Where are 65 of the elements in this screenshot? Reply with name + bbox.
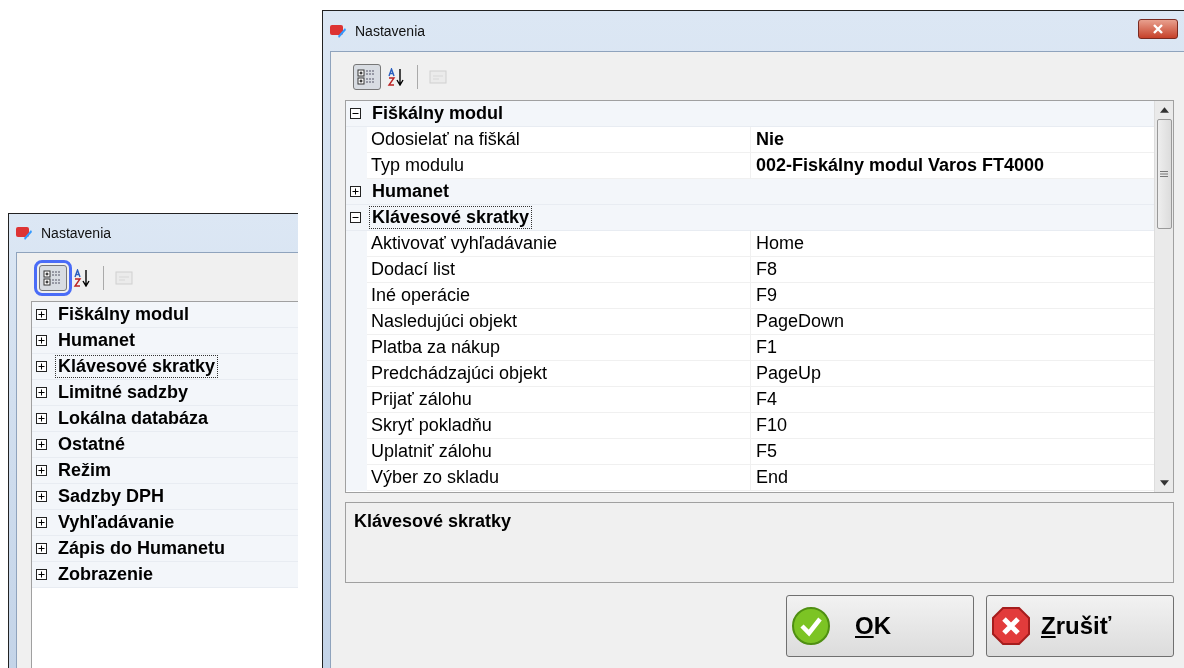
cancel-button[interactable]: Zrušiť xyxy=(986,595,1174,657)
property-name[interactable]: Prijať zálohu xyxy=(367,387,751,412)
property-value[interactable]: Nie xyxy=(751,129,784,150)
expander-icon[interactable] xyxy=(36,413,47,424)
app-icon xyxy=(329,22,347,40)
close-icon xyxy=(1152,23,1164,35)
property-pages-icon xyxy=(428,68,448,86)
property-value[interactable]: PageUp xyxy=(751,363,822,384)
property-name[interactable]: Typ modulu xyxy=(367,153,751,178)
property-value[interactable]: 002-Fiskálny modul Varos FT4000 xyxy=(751,155,1045,176)
expander-icon[interactable] xyxy=(36,387,47,398)
property-name[interactable]: Nasledujúci objekt xyxy=(367,309,751,334)
categorized-list-icon xyxy=(43,269,63,287)
categorized-list-icon xyxy=(357,68,377,86)
sort-icon xyxy=(73,269,93,287)
expander-icon[interactable] xyxy=(350,108,361,119)
scroll-up-icon[interactable] xyxy=(1159,107,1169,113)
property-name[interactable]: Uplatniť zálohu xyxy=(367,439,751,464)
property-value[interactable]: Home xyxy=(751,233,804,254)
property-name[interactable]: Dodací list xyxy=(367,257,751,282)
expander-icon[interactable] xyxy=(350,212,361,223)
cancel-icon xyxy=(991,606,1031,646)
category-label[interactable]: Klávesové skratky xyxy=(369,206,533,229)
expander-icon[interactable] xyxy=(36,543,47,554)
category-label[interactable]: Fiškálny modul xyxy=(369,102,507,125)
scrollbar[interactable] xyxy=(1154,101,1173,492)
property-value[interactable]: F8 xyxy=(751,259,777,280)
property-value[interactable]: PageDown xyxy=(751,311,845,332)
category-label[interactable]: Klávesové skratky xyxy=(55,355,219,378)
window-title: Nastavenia xyxy=(41,225,112,241)
category-label[interactable]: Humanet xyxy=(369,180,452,203)
grip-icon xyxy=(1160,171,1168,177)
categorized-view-button[interactable] xyxy=(353,64,381,90)
property-name[interactable]: Iné operácie xyxy=(367,283,751,308)
expander-icon[interactable] xyxy=(36,335,47,346)
property-name[interactable]: Platba za nákup xyxy=(367,335,751,360)
category-label[interactable]: Režim xyxy=(55,459,114,482)
property-value[interactable]: F10 xyxy=(751,415,788,436)
scroll-down-icon[interactable] xyxy=(1159,480,1169,486)
property-name[interactable]: Výber zo skladu xyxy=(367,465,751,490)
property-value[interactable]: F9 xyxy=(751,285,777,306)
expander-icon[interactable] xyxy=(36,517,47,528)
property-value[interactable]: End xyxy=(751,467,789,488)
property-name[interactable]: Predchádzajúci objekt xyxy=(367,361,751,386)
expander-icon[interactable] xyxy=(350,186,361,197)
property-pages-icon xyxy=(114,269,134,287)
checkmark-icon xyxy=(791,606,831,646)
property-name[interactable]: Odosielať na fiškál xyxy=(367,127,751,152)
property-name[interactable]: Skryť pokladňu xyxy=(367,413,751,438)
expander-icon[interactable] xyxy=(36,361,47,372)
property-name[interactable]: Aktivovať vyhľadávanie xyxy=(367,231,751,256)
ok-button[interactable]: OK xyxy=(786,595,974,657)
expander-icon[interactable] xyxy=(36,569,47,580)
window-title: Nastavenia xyxy=(355,23,426,39)
expander-icon[interactable] xyxy=(36,309,47,320)
sort-icon xyxy=(387,68,407,86)
close-button[interactable] xyxy=(1138,19,1178,39)
property-value[interactable]: F5 xyxy=(751,441,777,462)
expander-icon[interactable] xyxy=(36,491,47,502)
description-title: Klávesové skratky xyxy=(354,511,512,531)
expander-icon[interactable] xyxy=(36,439,47,450)
property-value[interactable]: F4 xyxy=(751,389,777,410)
expander-icon[interactable] xyxy=(36,465,47,476)
property-value[interactable]: F1 xyxy=(751,337,777,358)
app-icon xyxy=(15,224,33,242)
